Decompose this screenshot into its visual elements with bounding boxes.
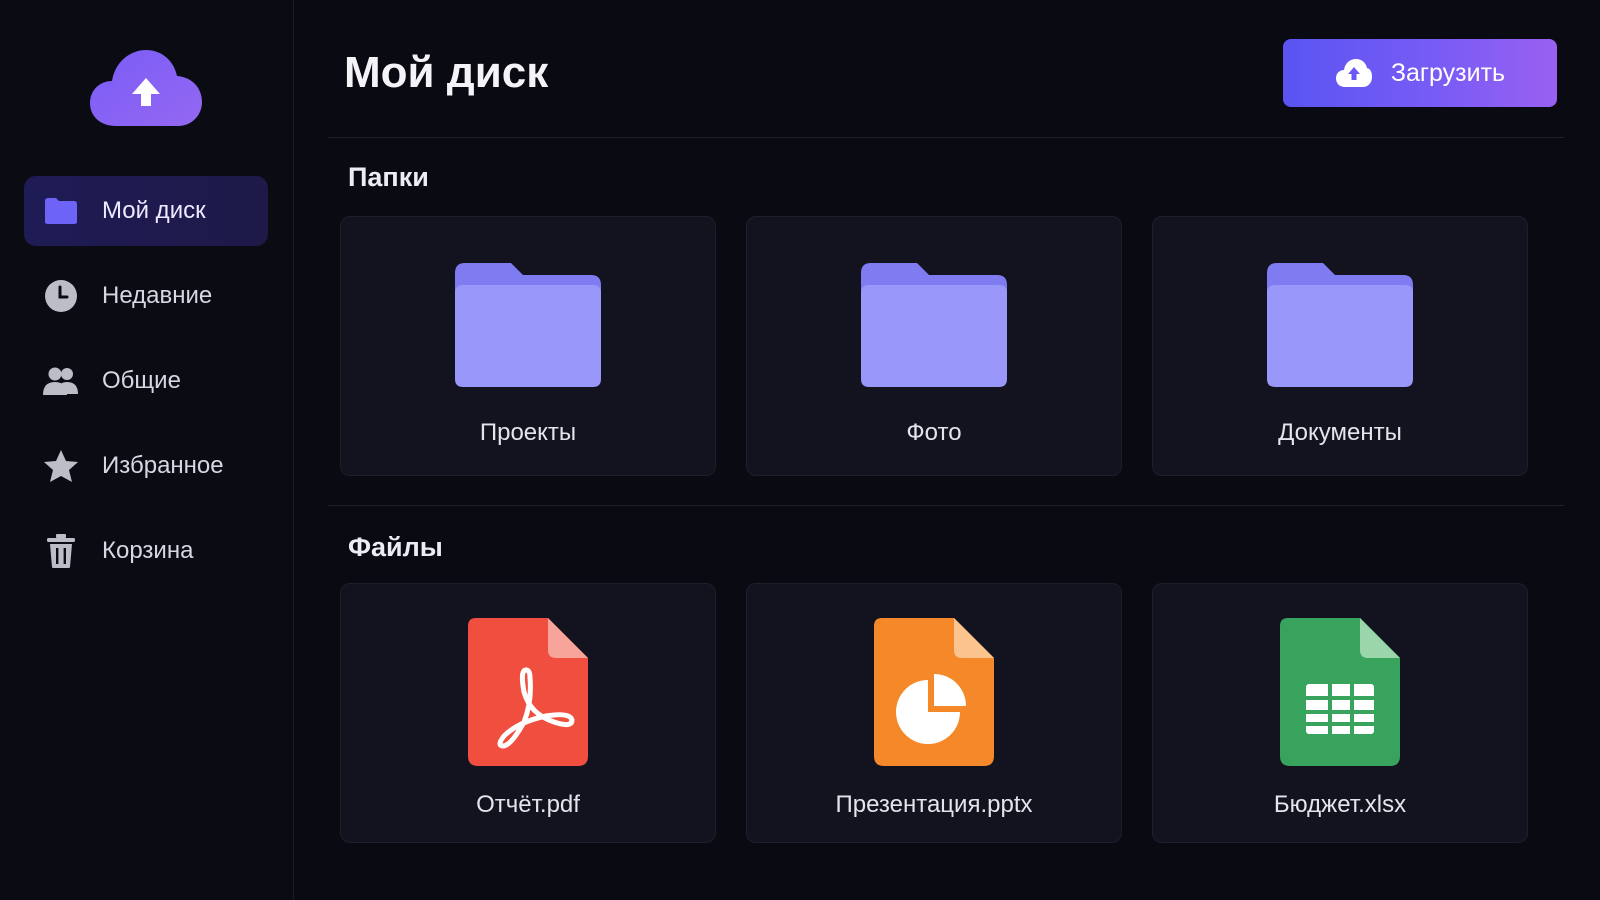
file-card-presentation-pptx[interactable]: Презентация.pptx: [746, 583, 1122, 843]
folder-card-projects[interactable]: Проекты: [340, 216, 716, 476]
xlsx-file-icon: [1280, 618, 1400, 766]
folder-card-documents[interactable]: Документы: [1152, 216, 1528, 476]
sidebar-item-label: Общие: [102, 367, 181, 394]
folder-icon: [861, 263, 1007, 387]
upload-button-label: Загрузить: [1390, 58, 1506, 87]
sidebar-item-label: Избранное: [102, 452, 224, 479]
file-card-budget-xlsx[interactable]: Бюджет.xlsx: [1152, 583, 1528, 843]
folders-section-title: Папки: [348, 162, 429, 192]
sidebar-item-favorites[interactable]: Избранное: [24, 431, 268, 501]
sidebar-item-label: Корзина: [102, 537, 194, 564]
folder-card-photos[interactable]: Фото: [746, 216, 1122, 476]
sidebar-item-label: Мой диск: [102, 197, 206, 224]
upload-button[interactable]: Загрузить: [1283, 39, 1557, 107]
file-name: Бюджет.xlsx: [1273, 791, 1407, 818]
folder-icon: [42, 192, 80, 230]
sidebar-item-my-drive[interactable]: Мой диск: [24, 176, 268, 246]
file-card-report-pdf[interactable]: Отчёт.pdf: [340, 583, 716, 843]
folder-name: Проекты: [479, 419, 577, 446]
folder-name: Документы: [1278, 419, 1402, 446]
file-name: Презентация.pptx: [835, 791, 1033, 818]
sidebar: Мой диск Недавние Общие Избранное Корзин…: [0, 0, 294, 900]
cloud-upload-icon: [1335, 59, 1372, 87]
sidebar-item-shared[interactable]: Общие: [24, 346, 268, 416]
app-window: Мой диск Недавние Общие Избранное Корзин…: [0, 0, 1600, 900]
star-icon: [42, 447, 80, 485]
cloud-upload-icon: [90, 50, 202, 126]
folder-icon: [455, 263, 601, 387]
clock-icon: [42, 277, 80, 315]
sidebar-item-recent[interactable]: Недавние: [24, 261, 268, 331]
trash-icon: [42, 532, 80, 570]
file-name: Отчёт.pdf: [476, 791, 580, 818]
pdf-file-icon: [468, 618, 588, 766]
sidebar-nav: Мой диск Недавние Общие Избранное Корзин…: [24, 176, 268, 601]
folder-icon: [1267, 263, 1413, 387]
files-grid: Отчёт.pdf Презентация.pptx Бюджет.xlsx: [340, 583, 1528, 843]
folders-grid: Проекты Фото Документы: [340, 216, 1528, 476]
pptx-file-icon: [874, 618, 994, 766]
divider: [328, 505, 1564, 506]
main-content: Мой диск Загрузить Папки Проекты Фото До…: [294, 0, 1600, 900]
sidebar-item-trash[interactable]: Корзина: [24, 516, 268, 586]
folder-name: Фото: [906, 419, 962, 446]
users-icon: [42, 362, 80, 400]
files-section-title: Файлы: [348, 532, 443, 562]
sidebar-item-label: Недавние: [102, 282, 213, 309]
divider: [328, 137, 1564, 138]
page-title: Мой диск: [344, 48, 549, 97]
